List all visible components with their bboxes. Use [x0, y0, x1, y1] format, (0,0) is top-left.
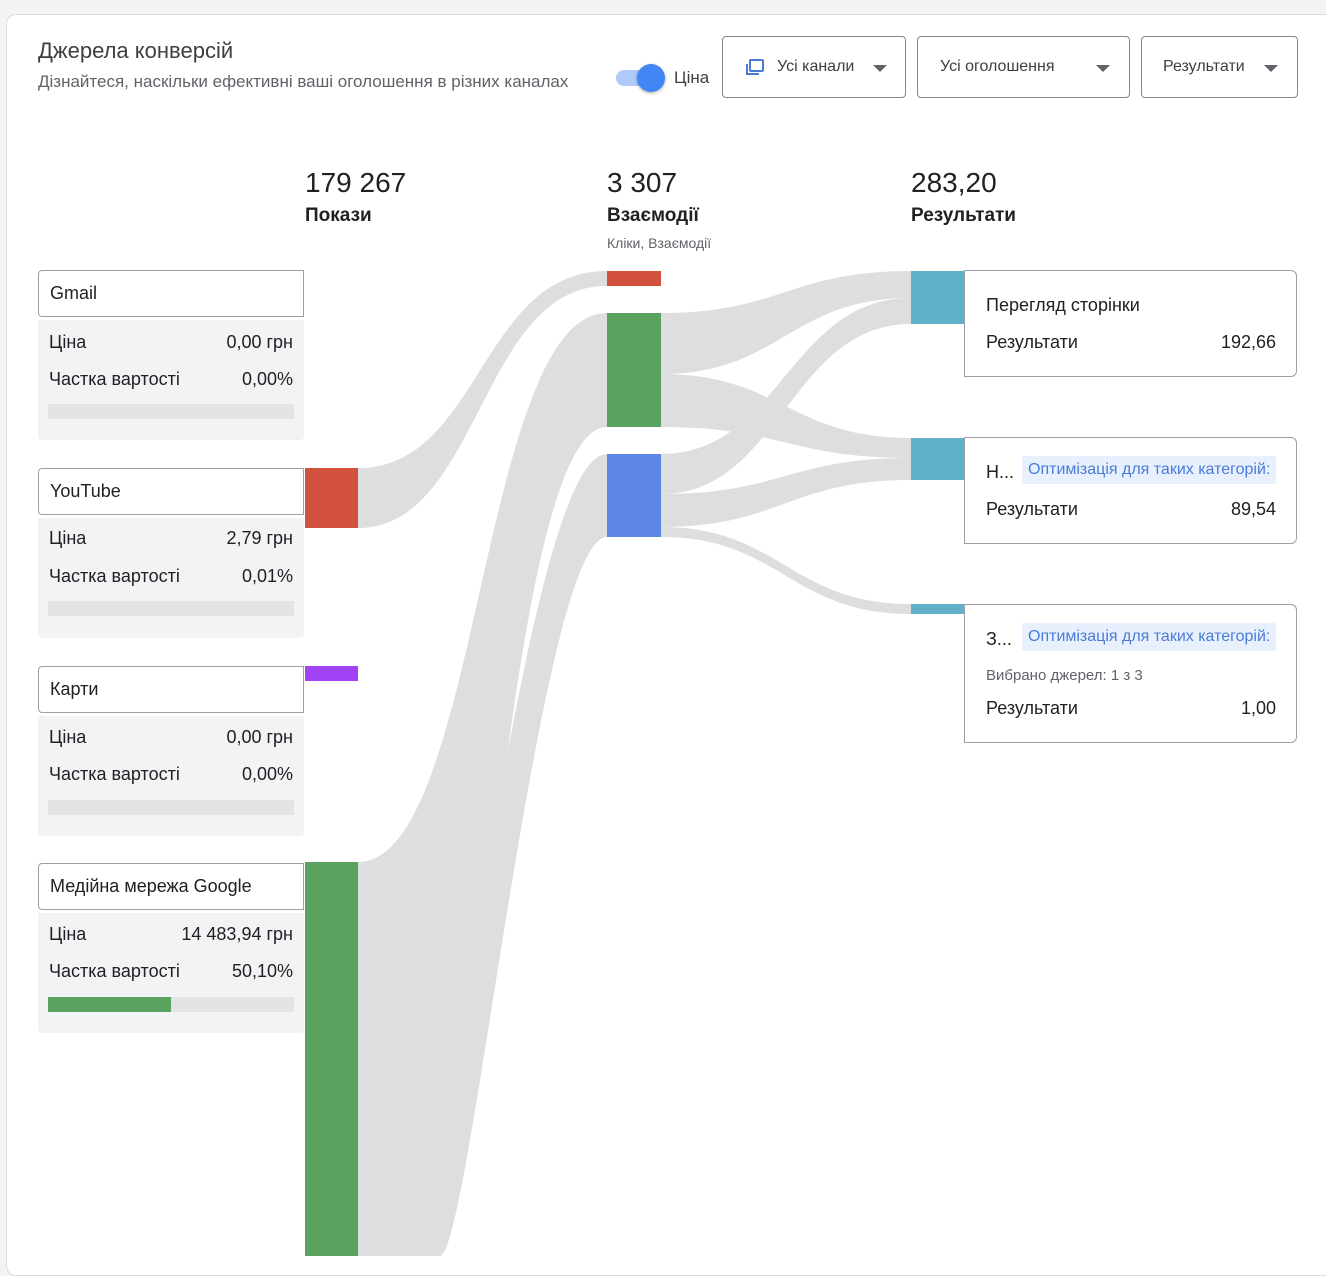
cost-label: Ціна [49, 332, 86, 353]
result-value: 192,66 [1221, 332, 1276, 353]
sources-selected: Вибрано джерел: 1 з 3 [986, 667, 1143, 684]
optimization-chip: Оптимізація для таких категорій: [1022, 456, 1276, 484]
share-value: 50,10% [232, 961, 293, 982]
node-display-network [305, 862, 358, 1256]
cost-value: 0,00 грн [226, 727, 293, 748]
result-value: 89,54 [1231, 499, 1276, 520]
share-label: Частка вартості [49, 369, 180, 390]
source-display-network[interactable]: Медійна мережа Google [38, 863, 304, 910]
node-interaction-red [607, 271, 661, 286]
share-label: Частка вартості [49, 961, 180, 982]
share-bar [48, 404, 294, 419]
result-label: Результати [986, 698, 1078, 719]
result-title: З... [986, 629, 1012, 650]
source-maps-details: Ціна 0,00 грн Частка вартості 0,00% [38, 716, 304, 836]
node-interaction-blue [607, 454, 661, 537]
source-youtube-details: Ціна 2,79 грн Частка вартості 0,01% [38, 518, 304, 638]
share-bar [48, 601, 294, 616]
cost-label: Ціна [49, 924, 86, 945]
flow-display-to-green [358, 313, 607, 1256]
share-bar-fill [48, 997, 171, 1012]
result-label: Результати [986, 499, 1078, 520]
source-gmail-details: Ціна 0,00 грн Частка вартості 0,00% [38, 320, 304, 440]
node-result-n [911, 438, 965, 480]
cost-value: 2,79 грн [226, 528, 293, 549]
node-result-z [911, 604, 965, 614]
node-youtube [305, 468, 358, 528]
cost-label: Ціна [49, 727, 86, 748]
share-bar [48, 997, 294, 1012]
cost-value: 14 483,94 грн [181, 924, 293, 945]
result-title: Перегляд сторінки [986, 295, 1140, 316]
share-value: 0,00% [242, 369, 293, 390]
result-title: Н... [986, 462, 1014, 483]
cost-label: Ціна [49, 528, 86, 549]
share-label: Частка вартості [49, 764, 180, 785]
result-card-page-view[interactable]: Перегляд сторінки Результати 192,66 [964, 270, 1297, 377]
share-value: 0,01% [242, 566, 293, 587]
source-maps[interactable]: Карти [38, 666, 304, 713]
result-card-n[interactable]: Н... Оптимізація для таких категорій: Ре… [964, 437, 1297, 544]
result-value: 1,00 [1241, 698, 1276, 719]
result-label: Результати [986, 332, 1078, 353]
source-youtube[interactable]: YouTube [38, 468, 304, 515]
node-maps [305, 666, 358, 681]
source-gmail[interactable]: Gmail [38, 270, 304, 317]
share-label: Частка вартості [49, 566, 180, 587]
node-interaction-green [607, 313, 661, 427]
node-result-page-view [911, 271, 965, 324]
share-value: 0,00% [242, 764, 293, 785]
flow-blue-to-z [661, 527, 911, 614]
source-display-network-details: Ціна 14 483,94 грн Частка вартості 50,10% [38, 913, 304, 1033]
cost-value: 0,00 грн [226, 332, 293, 353]
optimization-chip: Оптимізація для таких категорій: [1022, 623, 1276, 651]
result-card-z[interactable]: З... Оптимізація для таких категорій: Ви… [964, 604, 1297, 743]
share-bar [48, 800, 294, 815]
